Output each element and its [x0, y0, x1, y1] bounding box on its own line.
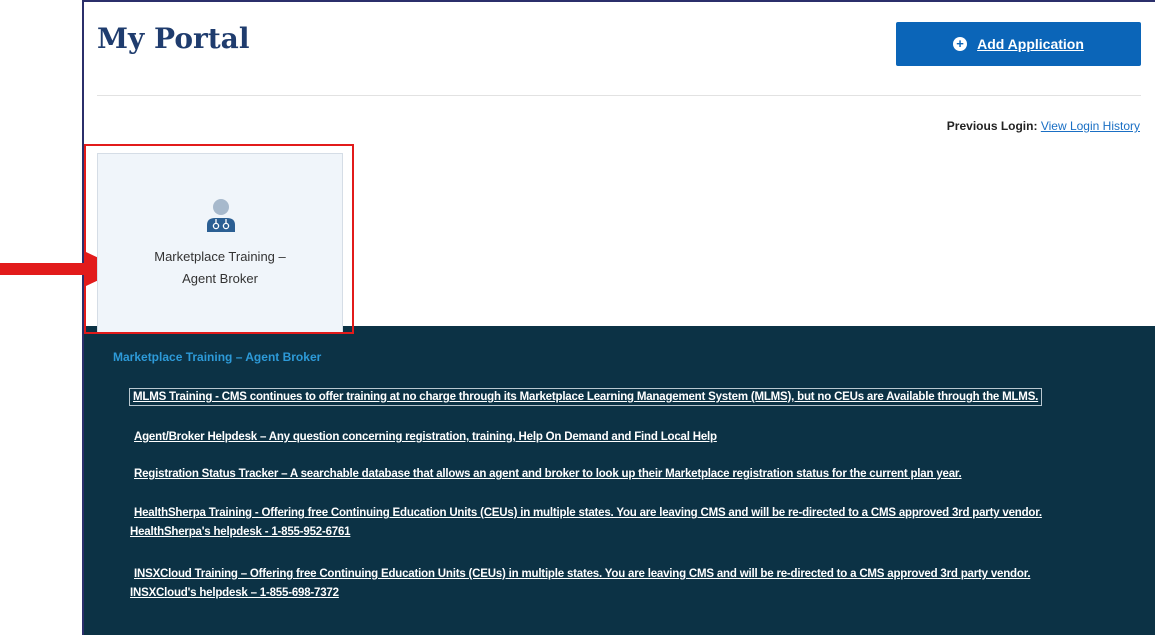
insxcloud-helpdesk-text: INSXCloud's helpdesk – 1-855-698-7372	[130, 587, 339, 599]
add-application-label: Add Application	[977, 36, 1084, 52]
view-login-history-link[interactable]: View Login History	[1041, 119, 1140, 133]
plus-circle-icon: +	[953, 37, 968, 51]
red-highlight-box	[84, 144, 354, 334]
panel-title: Marketplace Training – Agent Broker	[113, 350, 322, 364]
healthsherpa-helpdesk-text: HealthSherpa's helpdesk - 1-855-952-6761	[130, 526, 351, 538]
previous-login: Previous Login: View Login History	[947, 119, 1140, 133]
header-divider	[97, 95, 1141, 96]
page-title: My Portal	[97, 22, 250, 55]
registration-status-tracker-link[interactable]: Registration Status Tracker – A searchab…	[134, 468, 962, 480]
agent-broker-helpdesk-link[interactable]: Agent/Broker Helpdesk – Any question con…	[134, 431, 717, 443]
healthsherpa-training-link[interactable]: HealthSherpa Training - Offering free Co…	[134, 507, 1042, 519]
mlms-training-link[interactable]: MLMS Training - CMS continues to offer t…	[128, 388, 1043, 406]
previous-login-label: Previous Login:	[946, 119, 1038, 133]
add-application-button[interactable]: + Add Application	[896, 22, 1141, 66]
insxcloud-training-link[interactable]: INSXCloud Training – Offering free Conti…	[134, 568, 1031, 580]
